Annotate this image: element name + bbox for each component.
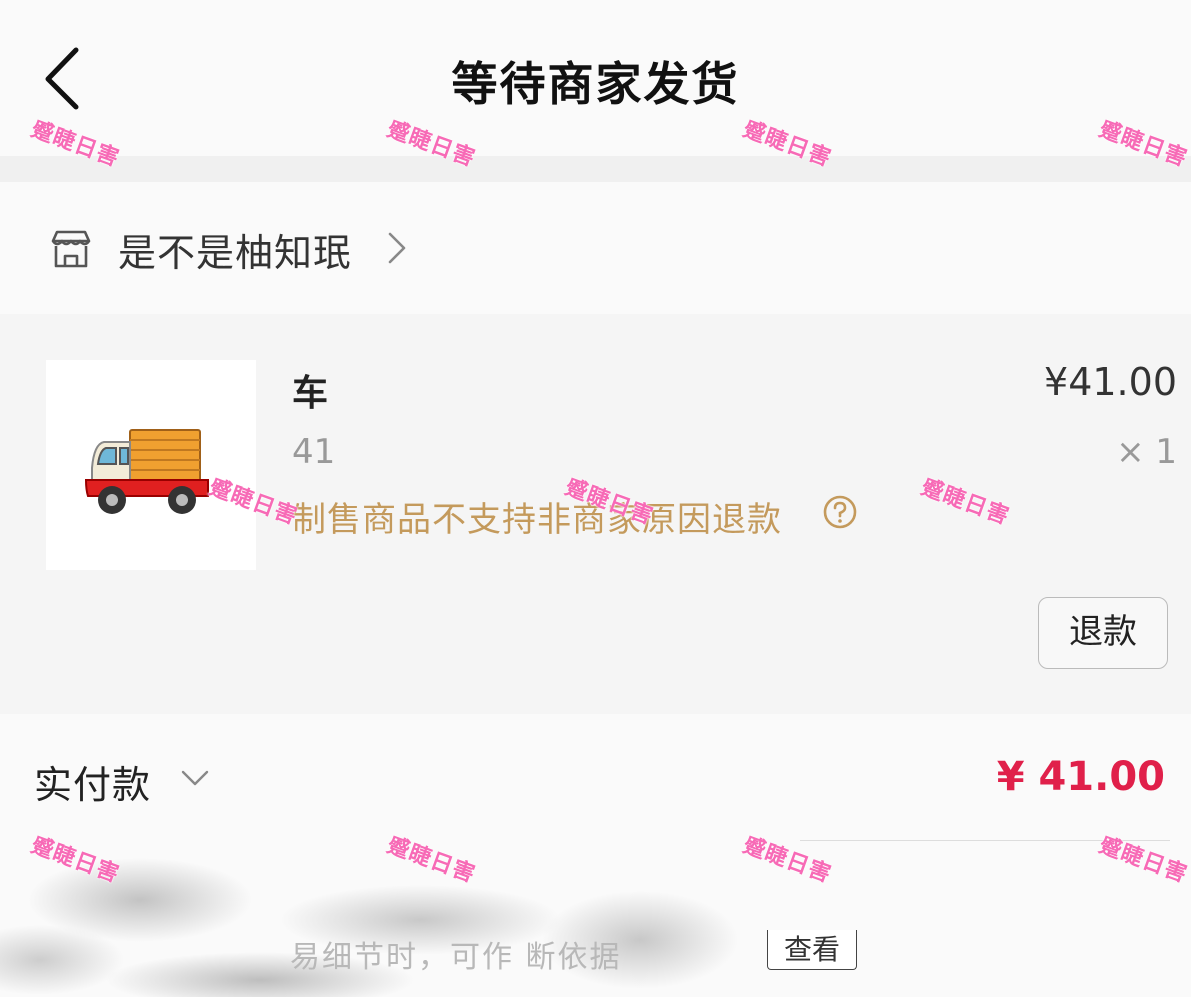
chevron-down-icon[interactable] [180,768,210,790]
view-button[interactable]: 查看 [767,930,857,970]
product-name: 车 [292,373,329,414]
product-thumbnail[interactable] [46,360,256,570]
product-spec: 41 [292,432,336,472]
store-icon [51,230,91,268]
section-divider [0,156,1191,182]
shop-name: 是不是柚知珉 [118,231,353,275]
header-bar: 等待商家发货 [0,0,1191,156]
obscured-text: 易细节时，可作 断依据 [290,940,622,975]
shop-row[interactable]: 是不是柚知珉 [0,182,1191,314]
page-title: 等待商家发货 [451,57,740,111]
refund-button[interactable]: 退款 [1038,597,1168,669]
paid-amount-value: ¥ 41.00 [996,754,1165,800]
product-price: ¥41.00 [1044,360,1177,404]
refund-notice: 制售商品不支持非商家原因退款 [292,500,782,540]
chevron-right-icon [388,232,406,264]
question-circle-icon[interactable] [822,494,858,530]
order-detail-page: 等待商家发货 是不是柚知珉 车 ¥41.00 41 × 1 制售商品不支持非商家… [0,0,1191,997]
product-quantity: × 1 [1116,432,1177,472]
payment-section: 实付款 ¥ 41.00 易细节时，可作 断依据 查看 [0,714,1191,997]
product-item: 车 ¥41.00 41 × 1 制售商品不支持非商家原因退款 退款 [0,314,1191,714]
delivery-truck-icon [84,429,209,514]
paid-amount-label: 实付款 [34,763,152,807]
